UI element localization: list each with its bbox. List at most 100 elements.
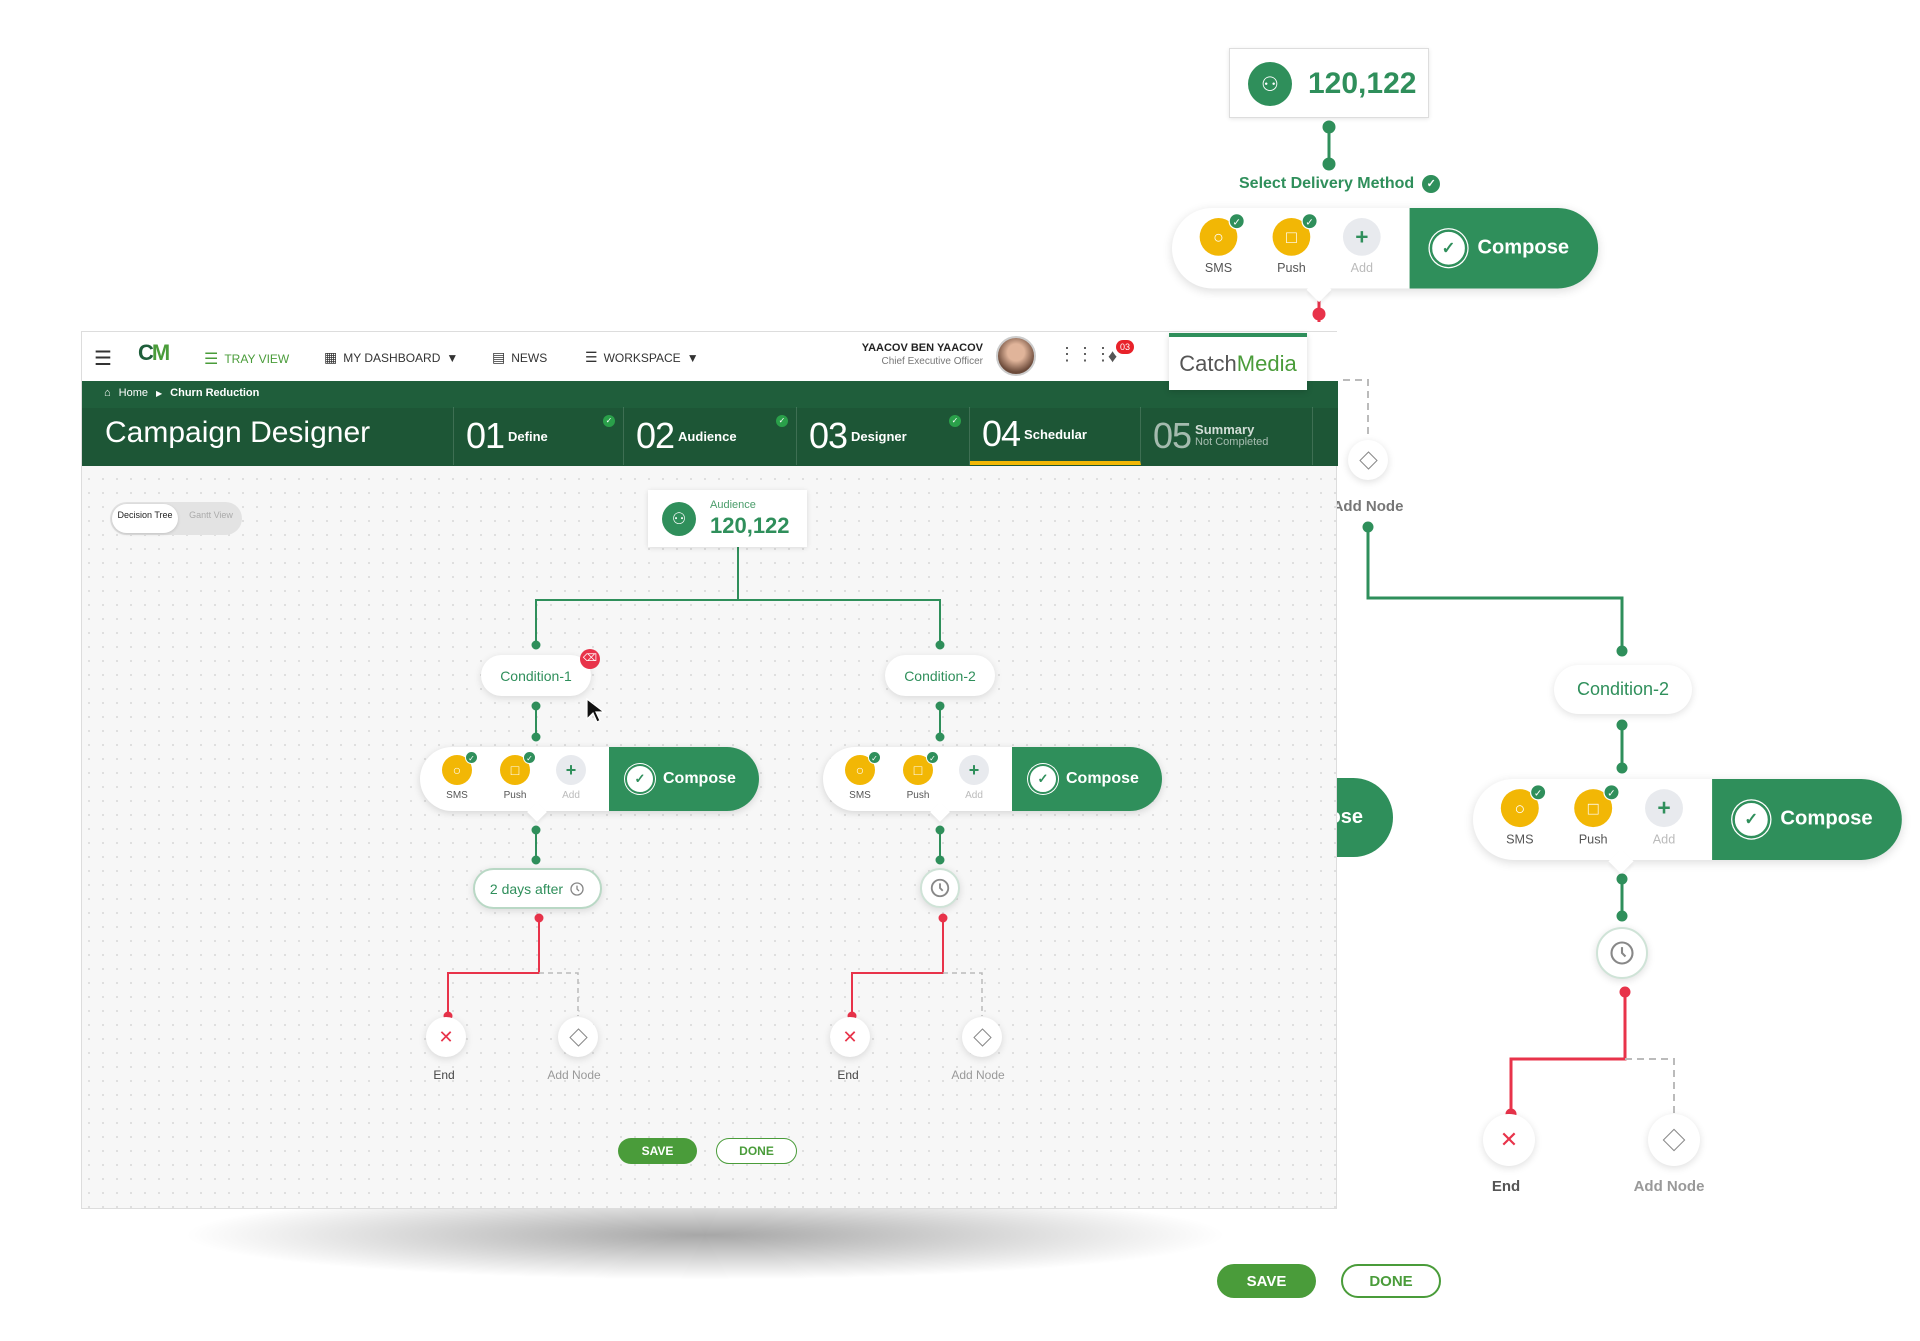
end-label: End <box>1491 1178 1521 1195</box>
user-info[interactable]: YAACOV BEN YAACOV Chief Executive Office… <box>830 342 983 367</box>
trash-icon[interactable]: ⌫ <box>580 649 600 669</box>
method-label: Push <box>1578 833 1608 848</box>
step-label: Summary <box>1195 422 1255 438</box>
end-node[interactable]: ✕ <box>426 1017 466 1057</box>
method-push[interactable]: □ ✓ Push <box>1565 784 1621 848</box>
save-button[interactable]: SAVE <box>1217 1264 1316 1298</box>
step-label: Audience <box>678 428 737 444</box>
check-circle-icon: ✓ <box>1030 766 1056 792</box>
brand-part: Media <box>1236 350 1297 376</box>
toggle-decision-tree[interactable]: Decision Tree <box>112 504 178 533</box>
card-pointer <box>1306 277 1332 303</box>
method-add[interactable]: + Add <box>1334 218 1389 276</box>
compose-button[interactable]: ✓ Compose <box>1409 208 1599 289</box>
end-label: End <box>837 1068 859 1082</box>
method-add[interactable]: + Add <box>1636 789 1692 847</box>
check-icon: ✓ <box>1603 784 1620 801</box>
clock-icon <box>1610 941 1634 965</box>
user-title: Chief Executive Officer <box>881 356 983 367</box>
people-icon: ⚇ <box>662 502 696 536</box>
check-circle-icon: ✓ <box>627 766 653 792</box>
apps-grid-icon[interactable]: ⋮⋮⋮ <box>1058 344 1112 365</box>
nav-workspace[interactable]: ☰ WORKSPACE ▼ <box>585 349 699 366</box>
compose-button[interactable]: ✓ Compose <box>1012 747 1162 811</box>
method-add[interactable]: + Add <box>952 755 996 801</box>
method-push[interactable]: □ ✓ Push <box>896 751 940 801</box>
sms-icon: ○ ✓ <box>442 751 478 785</box>
push-icon: □ ✓ <box>1272 213 1318 256</box>
nav-label: WORKSPACE <box>603 350 681 365</box>
audience-node[interactable]: ⚇ Audience 120,122 <box>648 490 807 547</box>
method-sms[interactable]: ○ ✓ SMS <box>435 751 479 801</box>
step-summary[interactable]: 05 Summary Not Completed <box>1141 407 1313 465</box>
method-sms[interactable]: ○ ✓ SMS <box>838 751 882 801</box>
step-number: 01 <box>466 415 505 456</box>
compose-label: Compose <box>1780 808 1873 830</box>
toggle-gantt-view[interactable]: Gantt View <box>182 504 240 533</box>
step-label: Define <box>508 428 548 444</box>
compose-button[interactable]: ✓ Compose <box>609 747 759 811</box>
add-node-button[interactable] <box>558 1017 598 1057</box>
done-button[interactable]: DONE <box>1341 1264 1441 1298</box>
step-audience[interactable]: 02 Audience ✓ <box>624 407 797 465</box>
compose-button[interactable]: ✓ Compose <box>1712 779 1902 860</box>
condition-2-node[interactable]: Condition-2 <box>1554 665 1692 714</box>
condition-label: Condition-2 <box>1576 679 1670 699</box>
card-pointer <box>1608 848 1634 874</box>
diamond-icon <box>1358 450 1378 470</box>
catchmedia-logo: Catch Media <box>1169 333 1307 390</box>
view-toggle[interactable]: Decision Tree Gantt View <box>110 502 242 535</box>
layers-icon: ☰ <box>204 351 219 368</box>
check-circle-icon: ✓ <box>1432 231 1465 265</box>
method-push[interactable]: □ ✓ Push <box>493 751 537 801</box>
add-node-button[interactable] <box>962 1017 1002 1057</box>
condition-2-node[interactable]: Condition-2 <box>885 655 995 696</box>
add-node-button[interactable] <box>1648 1114 1700 1166</box>
delay-node[interactable]: 2 days after <box>473 868 602 909</box>
nav-my-dashboard[interactable]: ▦ MY DASHBOARD ▼ <box>324 349 458 366</box>
check-icon: ✓ <box>926 751 939 764</box>
delivery-card: ○ ✓ SMS □ ✓ Push + Add ✓ Compose <box>1473 779 1902 874</box>
method-label: Push <box>906 790 930 801</box>
sms-icon: ○ ✓ <box>1199 213 1245 256</box>
hamburger-menu-icon[interactable]: ☰ <box>94 346 112 371</box>
step-number: 03 <box>809 415 848 456</box>
add-node-button[interactable] <box>1348 440 1388 480</box>
step-number: 05 <box>1153 415 1192 456</box>
delivery-methods: ○ ✓ SMS □ ✓ Push + Add <box>823 747 1012 822</box>
delivery-card: ○ ✓ SMS □ ✓ Push + Add ✓ Compose <box>823 747 1162 822</box>
method-add[interactable]: + Add <box>549 755 593 801</box>
step-label: Designer <box>851 428 907 444</box>
nav-news[interactable]: ▤ NEWS <box>492 349 547 366</box>
check-icon: ✓ <box>1422 175 1441 193</box>
audience-count-box[interactable]: ⚇ 120,122 <box>1229 48 1429 118</box>
breadcrumb-home[interactable]: Home <box>119 387 148 399</box>
step-schedular[interactable]: 04 Schedular <box>970 407 1141 465</box>
close-icon: ✕ <box>842 1027 858 1047</box>
step-designer[interactable]: 03 Designer ✓ <box>797 407 970 465</box>
cm-logo: CM <box>138 340 170 365</box>
home-icon: ⌂ <box>104 387 111 399</box>
method-push[interactable]: □ ✓ Push <box>1264 213 1319 276</box>
end-node[interactable]: ✕ <box>1483 1114 1535 1166</box>
method-sms[interactable]: ○ ✓ SMS <box>1191 213 1246 276</box>
add-node-label: Add Node <box>1633 1178 1705 1195</box>
diamond-icon <box>1662 1128 1686 1152</box>
end-node[interactable]: ✕ <box>830 1017 870 1057</box>
avatar[interactable] <box>996 336 1036 376</box>
schedule-node[interactable] <box>1596 927 1648 979</box>
step-define[interactable]: 01 Define ✓ <box>453 407 624 465</box>
check-icon: ✓ <box>603 415 615 427</box>
save-button[interactable]: SAVE <box>618 1138 697 1164</box>
mouse-cursor-icon <box>586 697 606 723</box>
close-icon: ✕ <box>1499 1127 1519 1152</box>
compose-label: Compose <box>663 770 736 787</box>
done-button[interactable]: DONE <box>716 1138 797 1164</box>
schedule-node[interactable] <box>920 868 960 908</box>
clock-icon <box>570 881 584 896</box>
nav-tray-view[interactable]: ☰ TRAY VIEW <box>204 349 289 369</box>
delay-label: 2 days after <box>489 880 564 897</box>
method-sms[interactable]: ○ ✓ SMS <box>1492 784 1548 847</box>
workspace-icon: ☰ <box>585 349 598 365</box>
condition-1-node[interactable]: Condition-1 <box>481 655 591 696</box>
